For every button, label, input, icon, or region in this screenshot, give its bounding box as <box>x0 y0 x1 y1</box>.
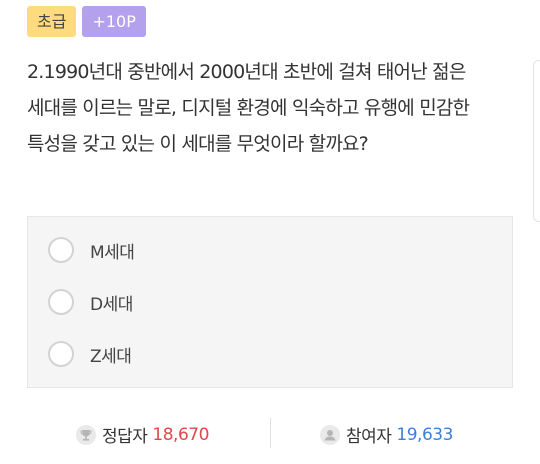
option-1[interactable]: M세대 <box>48 237 135 263</box>
option-label: D세대 <box>90 294 133 315</box>
trophy-icon <box>76 424 96 445</box>
option-label: M세대 <box>90 242 135 263</box>
correct-stat: 정답자 18,670 <box>76 422 209 447</box>
answer-options: M세대 D세대 Z세대 <box>27 216 513 388</box>
option-label: Z세대 <box>90 346 132 367</box>
option-2[interactable]: D세대 <box>48 289 133 315</box>
quiz-stats: 정답자 18,670 참여자 19,633 <box>0 416 540 450</box>
radio-button[interactable] <box>48 289 74 315</box>
stats-divider <box>270 418 271 448</box>
correct-label: 정답자 <box>102 427 148 447</box>
radio-button[interactable] <box>48 341 74 367</box>
points-badge: +10P <box>82 6 146 37</box>
level-badge: 초급 <box>27 6 77 37</box>
side-panel-edge <box>533 60 540 222</box>
option-3[interactable]: Z세대 <box>48 341 132 367</box>
quiz-badges: 초급 +10P <box>27 6 146 37</box>
radio-button[interactable] <box>48 237 74 263</box>
participants-count: 19,633 <box>396 424 453 445</box>
correct-count: 18,670 <box>152 424 209 445</box>
participants-label: 참여자 <box>346 427 392 447</box>
question-text: 2.1990년대 중반에서 2000년대 초반에 걸쳐 태어난 젊은 세대를 이… <box>27 61 470 155</box>
participants-stat: 참여자 19,633 <box>320 422 453 447</box>
user-icon <box>320 424 340 445</box>
